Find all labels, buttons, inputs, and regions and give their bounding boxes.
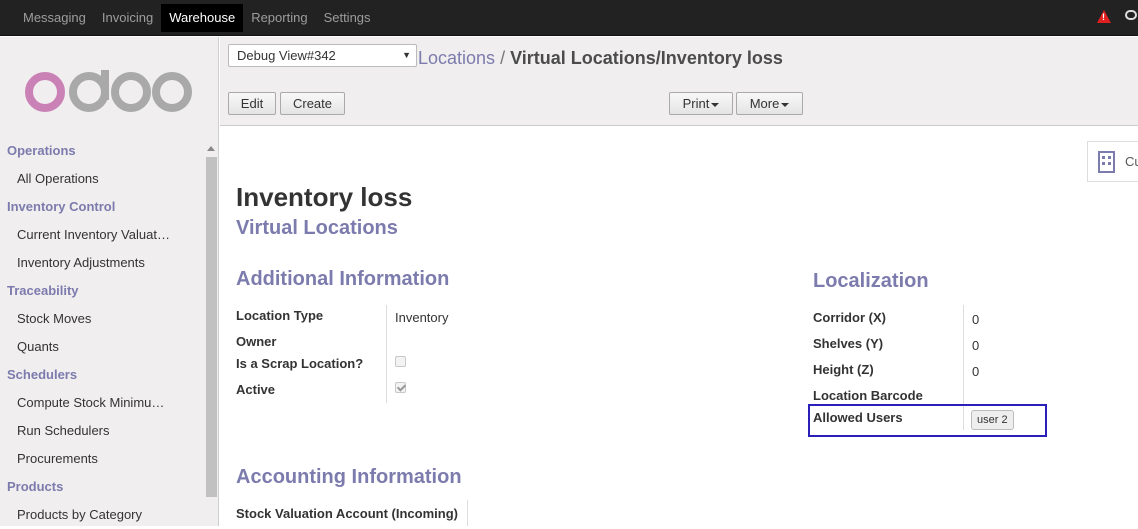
debug-view-select[interactable]: Debug View#342 ▼ xyxy=(228,44,417,67)
corridor-value: 0 xyxy=(972,312,980,327)
height-label: Height (Z) xyxy=(813,362,874,377)
edit-button[interactable]: Edit xyxy=(228,92,276,115)
sidebar-item-quants[interactable]: Quants xyxy=(0,333,205,361)
sidebar-item-procurements[interactable]: Procurements xyxy=(0,445,205,473)
menu-settings[interactable]: Settings xyxy=(316,4,379,32)
scroll-up-arrow-icon[interactable] xyxy=(207,146,215,151)
sidebar-section-schedulers[interactable]: Schedulers xyxy=(0,361,205,389)
debug-view-value: Debug View#342 xyxy=(237,48,336,63)
sidebar-scroll-thumb[interactable] xyxy=(206,157,217,497)
height-value: 0 xyxy=(972,364,980,379)
sidebar-item-inventory-adjustments[interactable]: Inventory Adjustments xyxy=(0,249,205,277)
field-divider xyxy=(386,305,387,403)
active-label: Active xyxy=(236,382,276,397)
current-stock-smart-button[interactable]: Cu xyxy=(1087,141,1138,182)
shelves-value: 0 xyxy=(972,338,980,353)
dropdown-arrow-icon: ▼ xyxy=(402,50,411,60)
building-icon xyxy=(1098,151,1115,173)
parent-location-link[interactable]: Virtual Locations xyxy=(236,217,398,240)
scrap-location-label: Is a Scrap Location? xyxy=(236,356,364,371)
sidebar-item-products-by-category[interactable]: Products by Category xyxy=(0,501,205,529)
create-button[interactable]: Create xyxy=(280,92,345,115)
sidebar-item-current-inventory-valuation[interactable]: Current Inventory Valuat… xyxy=(0,221,205,249)
sidebar-menu: Operations All Operations Inventory Cont… xyxy=(0,137,205,529)
sidebar-item-run-schedulers[interactable]: Run Schedulers xyxy=(0,417,205,445)
menu-reporting[interactable]: Reporting xyxy=(243,4,315,32)
shelves-label: Shelves (Y) xyxy=(813,336,884,351)
corridor-label: Corridor (X) xyxy=(813,310,886,325)
print-button[interactable]: Print xyxy=(669,92,733,115)
chat-icon[interactable] xyxy=(1125,10,1137,20)
sidebar-item-compute-stock-minimum[interactable]: Compute Stock Minimu… xyxy=(0,389,205,417)
warning-icon-mark: ! xyxy=(1102,12,1105,22)
sidebar-item-stock-moves[interactable]: Stock Moves xyxy=(0,305,205,333)
more-button-label: More xyxy=(749,96,780,111)
sidebar-item-all-operations[interactable]: All Operations xyxy=(0,165,205,193)
app-menu: Messaging Invoicing Warehouse Reporting … xyxy=(15,4,379,32)
menu-messaging[interactable]: Messaging xyxy=(15,4,94,32)
stock-valuation-incoming-label: Stock Valuation Account (Incoming) xyxy=(236,506,458,521)
sidebar-section-inventory-control[interactable]: Inventory Control xyxy=(0,193,205,221)
breadcrumb: Locations / Virtual Locations/Inventory … xyxy=(418,48,783,69)
owner-label: Owner xyxy=(236,334,277,349)
active-checkbox[interactable] xyxy=(395,382,406,393)
breadcrumb-current: Virtual Locations/Inventory loss xyxy=(510,48,783,68)
smart-button-label: Cu xyxy=(1125,154,1138,169)
accounting-information-heading: Accounting Information xyxy=(236,466,462,488)
location-barcode-label: Location Barcode xyxy=(813,388,923,403)
field-divider xyxy=(467,500,468,526)
more-button[interactable]: More xyxy=(736,92,803,115)
control-panel: Debug View#342 ▼ Locations / Virtual Loc… xyxy=(220,37,1138,126)
sidebar-section-operations[interactable]: Operations xyxy=(0,137,205,165)
breadcrumb-separator: / xyxy=(500,48,506,68)
location-type-value: Inventory xyxy=(395,310,449,325)
sidebar-section-products[interactable]: Products xyxy=(0,473,205,501)
breadcrumb-locations[interactable]: Locations xyxy=(418,48,495,68)
localization-heading: Localization xyxy=(813,270,929,292)
caret-down-icon xyxy=(781,102,790,107)
location-name: Inventory loss xyxy=(236,182,413,212)
sidebar: Operations All Operations Inventory Cont… xyxy=(0,37,219,526)
scrap-location-checkbox[interactable] xyxy=(395,356,406,367)
location-type-label: Location Type xyxy=(236,308,324,323)
print-button-label: Print xyxy=(682,96,710,111)
menu-invoicing[interactable]: Invoicing xyxy=(94,4,161,32)
sidebar-section-traceability[interactable]: Traceability xyxy=(0,277,205,305)
top-navbar: Messaging Invoicing Warehouse Reporting … xyxy=(0,0,1138,36)
annotation-highlight-box xyxy=(808,404,1047,437)
additional-information-heading: Additional Information xyxy=(236,268,450,290)
menu-warehouse[interactable]: Warehouse xyxy=(161,4,244,32)
caret-down-icon xyxy=(711,102,720,107)
odoo-logo[interactable] xyxy=(24,70,194,114)
